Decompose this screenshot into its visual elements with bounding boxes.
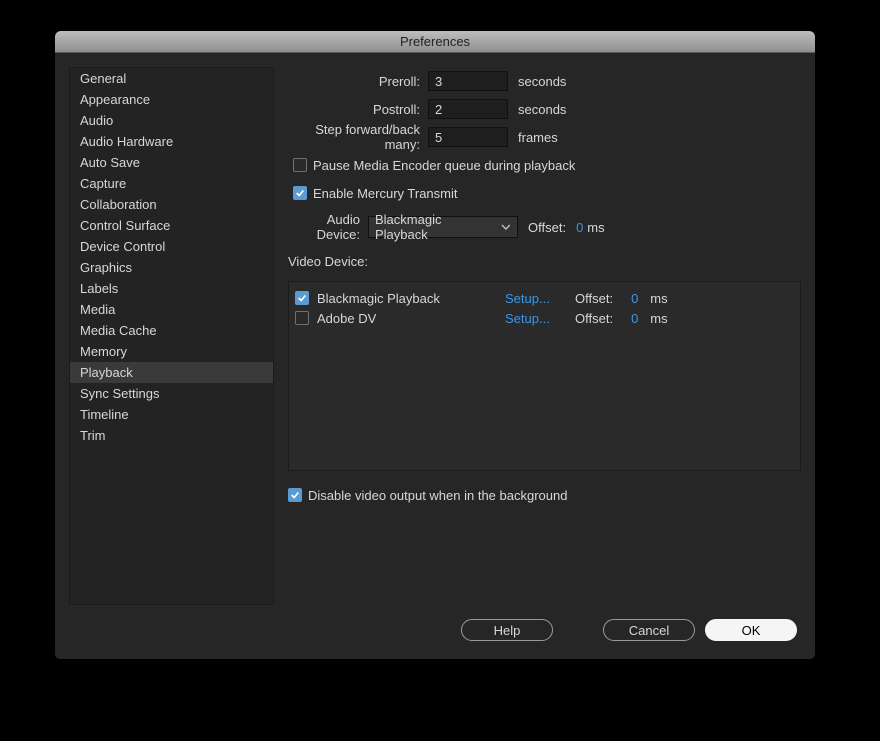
preferences-window: Preferences GeneralAppearanceAudioAudio …: [54, 30, 816, 660]
video-offset-value[interactable]: 0: [631, 291, 638, 306]
sidebar-item-graphics[interactable]: Graphics: [70, 257, 273, 278]
video-device-label: Video Device:: [288, 254, 368, 269]
postroll-unit: seconds: [508, 102, 566, 117]
sidebar-item-playback[interactable]: Playback: [70, 362, 273, 383]
pause-encoder-checkbox[interactable]: Pause Media Encoder queue during playbac…: [293, 158, 575, 173]
sidebar-item-media[interactable]: Media: [70, 299, 273, 320]
sidebar-item-capture[interactable]: Capture: [70, 173, 273, 194]
sidebar-item-general[interactable]: General: [70, 68, 273, 89]
mercury-label: Enable Mercury Transmit: [313, 186, 458, 201]
mercury-checkbox[interactable]: Enable Mercury Transmit: [293, 186, 458, 201]
window-body: GeneralAppearanceAudioAudio HardwareAuto…: [55, 53, 815, 605]
sidebar-item-memory[interactable]: Memory: [70, 341, 273, 362]
sidebar-item-audio[interactable]: Audio: [70, 110, 273, 131]
audio-device-value: Blackmagic Playback: [375, 212, 495, 242]
audio-offset-value[interactable]: 0: [566, 220, 583, 235]
video-offset-label: Offset:: [575, 291, 613, 306]
video-device-setup-link[interactable]: Setup...: [505, 291, 555, 306]
sidebar-item-collaboration[interactable]: Collaboration: [70, 194, 273, 215]
sidebar-item-device-control[interactable]: Device Control: [70, 236, 273, 257]
video-offset-label: Offset:: [575, 311, 613, 326]
video-device-name: Adobe DV: [317, 311, 497, 326]
sidebar: GeneralAppearanceAudioAudio HardwareAuto…: [69, 67, 274, 605]
video-device-name: Blackmagic Playback: [317, 291, 497, 306]
disable-bg-checkbox[interactable]: Disable video output when in the backgro…: [288, 488, 567, 503]
sidebar-item-control-surface[interactable]: Control Surface: [70, 215, 273, 236]
video-device-panel: Blackmagic PlaybackSetup...Offset:0msAdo…: [288, 281, 801, 471]
video-offset-unit: ms: [650, 311, 667, 326]
video-offset-unit: ms: [650, 291, 667, 306]
video-device-row: Adobe DV Setup... Offset: 0 ms: [295, 308, 794, 328]
sidebar-item-appearance[interactable]: Appearance: [70, 89, 273, 110]
pause-encoder-label: Pause Media Encoder queue during playbac…: [313, 158, 575, 173]
step-input[interactable]: [428, 127, 508, 147]
video-device-row: Blackmagic Playback Setup... Offset: 0 ms: [295, 288, 794, 308]
preroll-input[interactable]: [428, 71, 508, 91]
sidebar-item-auto-save[interactable]: Auto Save: [70, 152, 273, 173]
audio-device-label: Audio Device:: [288, 212, 368, 242]
postroll-input[interactable]: [428, 99, 508, 119]
checkbox-icon: [293, 158, 307, 172]
chevron-down-icon: [501, 222, 511, 232]
sidebar-item-trim[interactable]: Trim: [70, 425, 273, 446]
ok-button[interactable]: OK: [705, 619, 797, 641]
main-panel: Preroll: seconds Postroll: seconds Step …: [288, 67, 801, 605]
postroll-label: Postroll:: [288, 102, 428, 117]
step-unit: frames: [508, 130, 558, 145]
video-offset-value[interactable]: 0: [631, 311, 638, 326]
dialog-buttons: Help Cancel OK: [55, 605, 815, 659]
preroll-label: Preroll:: [288, 74, 428, 89]
video-device-setup-link[interactable]: Setup...: [505, 311, 555, 326]
preroll-unit: seconds: [508, 74, 566, 89]
audio-offset-label: Offset:: [518, 220, 566, 235]
sidebar-item-audio-hardware[interactable]: Audio Hardware: [70, 131, 273, 152]
checkbox-icon: [293, 186, 307, 200]
cancel-button[interactable]: Cancel: [603, 619, 695, 641]
checkbox-icon: [288, 488, 302, 502]
sidebar-item-sync-settings[interactable]: Sync Settings: [70, 383, 273, 404]
disable-bg-label: Disable video output when in the backgro…: [308, 488, 567, 503]
audio-device-select[interactable]: Blackmagic Playback: [368, 216, 518, 238]
sidebar-item-timeline[interactable]: Timeline: [70, 404, 273, 425]
sidebar-item-labels[interactable]: Labels: [70, 278, 273, 299]
help-button[interactable]: Help: [461, 619, 553, 641]
audio-offset-unit: ms: [583, 220, 604, 235]
window-title: Preferences: [55, 31, 815, 53]
sidebar-item-media-cache[interactable]: Media Cache: [70, 320, 273, 341]
checkbox-icon[interactable]: [295, 311, 309, 325]
step-label: Step forward/back many:: [288, 122, 428, 152]
checkbox-icon[interactable]: [295, 291, 309, 305]
